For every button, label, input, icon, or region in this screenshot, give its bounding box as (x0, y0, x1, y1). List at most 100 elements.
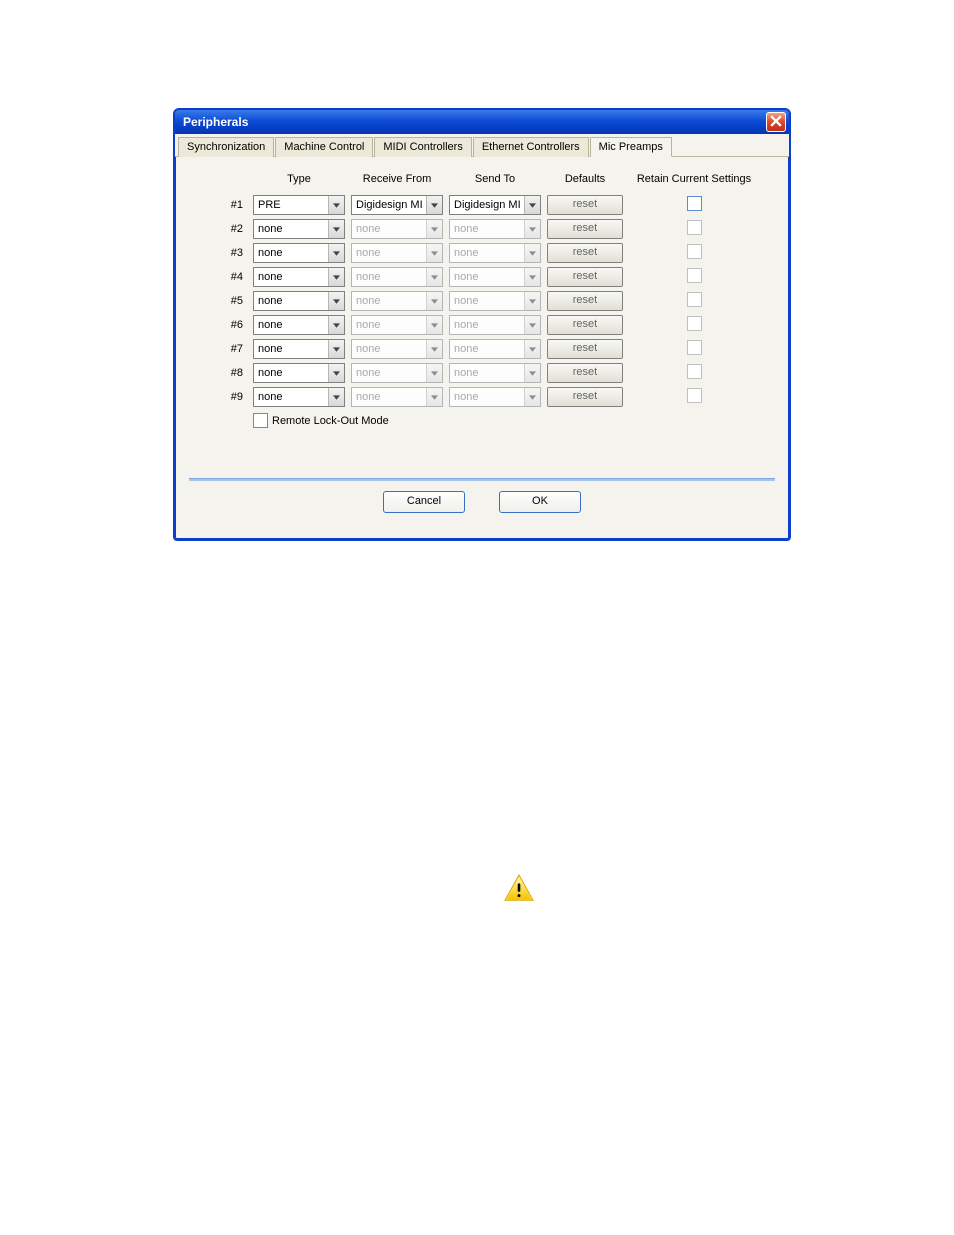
retain-checkbox[interactable] (687, 196, 702, 211)
chevron-down-icon (328, 292, 344, 310)
cancel-button[interactable]: Cancel (383, 491, 465, 513)
col-receive: Receive From (351, 173, 443, 185)
tab-ethernet-controllers[interactable]: Ethernet Controllers (473, 137, 589, 157)
type-dropdown[interactable]: none (253, 243, 345, 263)
type-dropdown[interactable]: PRE (253, 195, 345, 215)
send-value: none (454, 271, 478, 283)
row-number: #9 (189, 391, 247, 403)
dialog-content: Type Receive From Send To Defaults Retai… (175, 157, 789, 539)
remote-lockout-checkbox[interactable] (253, 413, 268, 428)
close-button[interactable] (766, 112, 786, 132)
tab-midi-controllers[interactable]: MIDI Controllers (374, 137, 471, 157)
type-dropdown[interactable]: none (253, 363, 345, 383)
separator (189, 478, 775, 481)
preamp-row: #1 PRE Digidesign MI Digidesign MI reset (189, 195, 775, 215)
tab-synchronization[interactable]: Synchronization (178, 137, 274, 157)
retain-checkbox (687, 292, 702, 307)
send-dropdown: none (449, 339, 541, 359)
send-dropdown: none (449, 387, 541, 407)
reset-button[interactable]: reset (547, 219, 623, 239)
send-value: Digidesign MI (454, 199, 521, 211)
receive-value: Digidesign MI (356, 199, 423, 211)
reset-button[interactable]: reset (547, 339, 623, 359)
type-value: none (258, 295, 282, 307)
chevron-down-icon (524, 388, 540, 406)
chevron-down-icon (328, 388, 344, 406)
row-number: #8 (189, 367, 247, 379)
send-value: none (454, 223, 478, 235)
receive-value: none (356, 223, 380, 235)
type-dropdown[interactable]: none (253, 315, 345, 335)
col-retain: Retain Current Settings (629, 173, 759, 185)
ok-button[interactable]: OK (499, 491, 581, 513)
send-value: none (454, 343, 478, 355)
send-dropdown: none (449, 291, 541, 311)
reset-button[interactable]: reset (547, 363, 623, 383)
type-value: none (258, 343, 282, 355)
chevron-down-icon (524, 292, 540, 310)
receive-dropdown: none (351, 363, 443, 383)
chevron-down-icon (426, 388, 442, 406)
send-value: none (454, 295, 478, 307)
type-value: none (258, 247, 282, 259)
receive-dropdown[interactable]: Digidesign MI (351, 195, 443, 215)
type-value: none (258, 391, 282, 403)
chevron-down-icon (426, 292, 442, 310)
chevron-down-icon (524, 268, 540, 286)
chevron-down-icon (426, 220, 442, 238)
chevron-down-icon (328, 220, 344, 238)
col-defaults: Defaults (547, 173, 623, 185)
retain-cell (629, 196, 759, 214)
preamp-row: #7 none none none reset (189, 339, 775, 359)
row-number: #5 (189, 295, 247, 307)
reset-button[interactable]: reset (547, 267, 623, 287)
retain-checkbox (687, 388, 702, 403)
chevron-down-icon (524, 196, 540, 214)
send-dropdown: none (449, 219, 541, 239)
type-dropdown[interactable]: none (253, 387, 345, 407)
receive-value: none (356, 343, 380, 355)
preamp-row: #3 none none none reset (189, 243, 775, 263)
retain-cell (629, 340, 759, 358)
reset-button[interactable]: reset (547, 291, 623, 311)
chevron-down-icon (328, 244, 344, 262)
reset-button[interactable]: reset (547, 387, 623, 407)
close-icon (770, 115, 782, 130)
retain-cell (629, 292, 759, 310)
send-value: none (454, 367, 478, 379)
row-number: #7 (189, 343, 247, 355)
type-dropdown[interactable]: none (253, 339, 345, 359)
row-number: #1 (189, 199, 247, 211)
tab-mic-preamps[interactable]: Mic Preamps (590, 137, 672, 157)
chevron-down-icon (426, 340, 442, 358)
row-number: #6 (189, 319, 247, 331)
receive-value: none (356, 247, 380, 259)
col-send: Send To (449, 173, 541, 185)
retain-checkbox (687, 364, 702, 379)
reset-button[interactable]: reset (547, 243, 623, 263)
type-dropdown[interactable]: none (253, 267, 345, 287)
reset-button[interactable]: reset (547, 195, 623, 215)
preamp-row: #2nonenonenonereset (189, 219, 775, 239)
tab-machine-control[interactable]: Machine Control (275, 137, 373, 157)
send-value: none (454, 247, 478, 259)
retain-checkbox (687, 220, 702, 235)
send-dropdown[interactable]: Digidesign MI (449, 195, 541, 215)
chevron-down-icon (328, 196, 344, 214)
retain-cell (629, 364, 759, 382)
send-dropdown: none (449, 315, 541, 335)
row-number: #3 (189, 247, 247, 259)
chevron-down-icon (524, 364, 540, 382)
preamp-row: #9 none none none reset (189, 387, 775, 407)
type-dropdown[interactable]: none (253, 291, 345, 311)
retain-checkbox (687, 244, 702, 259)
type-value: none (258, 319, 282, 331)
chevron-down-icon (328, 364, 344, 382)
type-dropdown[interactable]: none (253, 219, 345, 239)
receive-dropdown: none (351, 291, 443, 311)
chevron-down-icon (524, 316, 540, 334)
reset-button[interactable]: reset (547, 315, 623, 335)
receive-value: none (356, 391, 380, 403)
tabstrip: SynchronizationMachine ControlMIDI Contr… (175, 134, 789, 157)
receive-dropdown: none (351, 267, 443, 287)
